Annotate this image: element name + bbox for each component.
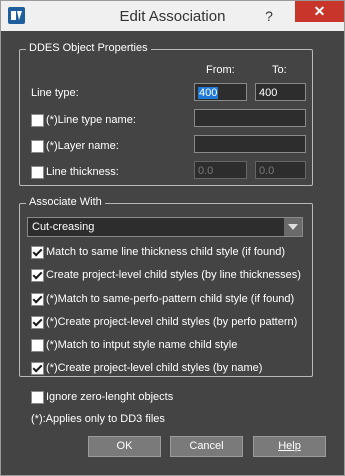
dialog-window: Edit Association ? ✕ DDES Object Propert… [0,0,345,476]
close-button[interactable]: ✕ [295,1,344,22]
match-thickness-label[interactable]: Match to same line thickness child style… [46,246,285,258]
match-style-name-label[interactable]: (*)Match to intput style name child styl… [46,339,237,351]
line-type-to-field[interactable]: 400 [255,83,306,101]
line-type-label: Line type: [31,87,79,99]
from-header: From: [206,64,235,76]
to-header: To: [272,64,287,76]
line-type-name-label[interactable]: (*)Line type name: [46,114,136,126]
help-button[interactable]: Help [253,436,326,457]
create-by-name-label[interactable]: (*)Create project-level child styles (by… [46,362,262,374]
associate-group-title: Associate With [26,196,105,208]
ddes-group-title: DDES Object Properties [26,42,151,54]
line-type-from-value: 400 [198,87,219,99]
line-thickness-label[interactable]: Line thickness: [46,166,119,178]
help-button-label: Help [278,440,301,452]
create-by-perfo-checkbox[interactable] [31,316,44,329]
layer-name-checkbox[interactable] [31,140,44,153]
title-bar[interactable]: Edit Association ? ✕ [1,1,344,31]
create-by-name-checkbox[interactable] [31,362,44,375]
match-style-name-checkbox[interactable] [31,339,44,352]
line-type-name-checkbox[interactable] [31,114,44,127]
ok-button[interactable]: OK [88,436,161,457]
match-perfo-checkbox[interactable] [31,293,44,306]
create-by-thickness-checkbox[interactable] [31,269,44,282]
create-by-perfo-label[interactable]: (*)Create project-level child styles (by… [46,316,297,328]
footnote-text: (*):Applies only to DD3 files [31,413,165,425]
line-type-from-field[interactable]: 400 [194,83,247,101]
match-thickness-checkbox[interactable] [31,246,44,259]
chevron-down-icon[interactable] [284,218,302,236]
create-by-thickness-label[interactable]: Create project-level child styles (by li… [46,269,301,281]
line-thickness-to-field: 0.0 [255,161,306,179]
cancel-button[interactable]: Cancel [170,436,243,457]
title-help-button[interactable]: ? [260,7,278,25]
associate-style-value: Cut-creasing [32,221,95,233]
ignore-zero-length-checkbox[interactable] [31,391,44,404]
line-type-name-field[interactable] [194,109,306,127]
layer-name-field[interactable] [194,135,306,153]
line-thickness-from-field: 0.0 [194,161,247,179]
match-perfo-label[interactable]: (*)Match to same-perfo-pattern child sty… [46,293,294,305]
window-title: Edit Association [119,8,226,25]
layer-name-label[interactable]: (*)Layer name: [46,140,119,152]
ignore-zero-length-label[interactable]: Ignore zero-lenght objects [46,391,173,403]
line-thickness-checkbox[interactable] [31,166,44,179]
associate-style-dropdown[interactable]: Cut-creasing [27,217,303,237]
